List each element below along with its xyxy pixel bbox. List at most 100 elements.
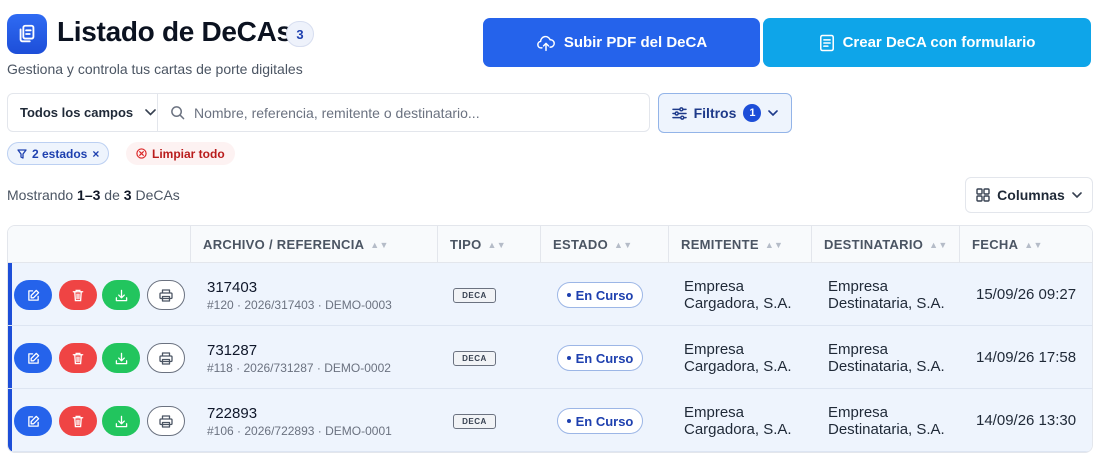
- download-icon: [115, 415, 127, 427]
- summary-range: 1–3: [77, 187, 101, 203]
- print-button[interactable]: [147, 343, 185, 373]
- edit-button[interactable]: [14, 406, 52, 436]
- sender-line1: Empresa: [684, 404, 745, 421]
- row-code: 2026/722893: [244, 424, 315, 438]
- create-form-button[interactable]: Crear DeCA con formulario: [763, 18, 1091, 67]
- delete-button[interactable]: [59, 280, 97, 310]
- status-dot: [566, 356, 571, 360]
- print-button[interactable]: [147, 280, 185, 310]
- summary-total: 3: [123, 187, 132, 203]
- column-header-destinatario[interactable]: DESTINATARIO ▲▼: [811, 226, 959, 263]
- search-icon: [171, 106, 185, 120]
- type-badge: DECA: [453, 288, 496, 303]
- edit-button[interactable]: [14, 280, 52, 310]
- table-header: ARCHIVO / REFERENCIA ▲▼ TIPO ▲▼ ESTADO ▲▼ R…: [8, 226, 1092, 263]
- close-icon[interactable]: ×: [92, 147, 99, 161]
- column-header-remitente-label: REMITENTE: [681, 237, 759, 252]
- date-cell: 14/09/26 13:30: [976, 412, 1077, 429]
- trash-icon: [72, 352, 84, 364]
- column-header-fecha[interactable]: FECHA ▲▼: [959, 226, 1092, 263]
- chevron-down-icon: [768, 110, 779, 116]
- summary-prefix: Mostrando: [7, 187, 74, 203]
- column-header-tipo-label: TIPO: [450, 237, 482, 252]
- filters-label: Filtros: [693, 105, 737, 121]
- delete-button[interactable]: [59, 343, 97, 373]
- status-label: En Curso: [575, 287, 634, 303]
- column-header-archivo[interactable]: ARCHIVO / REFERENCIA ▲▼: [190, 226, 438, 263]
- chevron-down-icon: [145, 109, 156, 116]
- summary-suffix: DeCAs: [135, 187, 180, 203]
- search-bar: Todos los campos: [7, 93, 650, 132]
- download-icon: [115, 289, 127, 301]
- row-meta: #120 · 2026/317403 · DEMO-0003: [207, 298, 392, 312]
- sort-icon: ▲▼: [487, 239, 506, 250]
- download-button[interactable]: [102, 406, 140, 436]
- clear-all-button[interactable]: Limpiar todo: [126, 142, 235, 165]
- sender-line2: Cargadora, S.A.: [684, 358, 792, 375]
- decas-table: ARCHIVO / REFERENCIA ▲▼ TIPO ▲▼ ESTADO ▲▼ R…: [7, 225, 1093, 453]
- sort-icon: ▲▼: [614, 239, 633, 250]
- date-cell: 15/09/26 09:27: [976, 286, 1077, 303]
- date-cell: 14/09/26 17:58: [976, 349, 1077, 366]
- sort-icon: ▲▼: [929, 239, 948, 250]
- funnel-icon: [17, 148, 27, 159]
- search-box: [158, 94, 649, 131]
- grid-icon: [976, 188, 990, 202]
- upload-pdf-button[interactable]: Subir PDF del DeCA: [483, 18, 760, 67]
- sort-icon: ▲▼: [370, 239, 389, 250]
- row-id: #120: [207, 298, 234, 312]
- table-row[interactable]: 317403 #120 · 2026/317403 · DEMO-0003 DE…: [8, 263, 1092, 326]
- sender-cell: Empresa Cargadora, S.A.: [684, 278, 814, 312]
- recipient-line2: Destinataria, S.A.: [828, 421, 945, 438]
- search-input[interactable]: [194, 104, 634, 121]
- states-filter-chip[interactable]: 2 estados ×: [7, 142, 110, 165]
- printer-icon: [159, 288, 173, 302]
- row-reference[interactable]: 317403: [207, 279, 257, 296]
- filters-button[interactable]: Filtros 1: [658, 93, 792, 133]
- column-header-tipo[interactable]: TIPO ▲▼: [437, 226, 541, 263]
- row-reference[interactable]: 722893: [207, 405, 257, 422]
- status-badge: En Curso: [557, 345, 643, 371]
- download-button[interactable]: [102, 343, 140, 373]
- row-demo: DEMO-0003: [325, 298, 392, 312]
- status-dot: [566, 293, 571, 297]
- row-reference[interactable]: 731287: [207, 342, 257, 359]
- table-row[interactable]: 731287 #118 · 2026/731287 · DEMO-0002 DE…: [8, 326, 1092, 389]
- printer-icon: [159, 351, 173, 365]
- states-chip-label: 2 estados: [32, 146, 88, 161]
- type-badge: DECA: [453, 414, 496, 429]
- column-header-estado[interactable]: ESTADO ▲▼: [540, 226, 668, 263]
- sort-icon: ▲▼: [1024, 239, 1043, 250]
- search-field-select-value: Todos los campos: [20, 105, 134, 120]
- sliders-icon: [671, 106, 687, 120]
- row-demo: DEMO-0002: [324, 361, 391, 375]
- row-code: 2026/317403: [244, 298, 315, 312]
- edit-icon: [27, 289, 39, 301]
- table-row[interactable]: 722893 #106 · 2026/722893 · DEMO-0001 DE…: [8, 389, 1092, 452]
- page-subtitle: Gestiona y controla tus cartas de porte …: [7, 61, 303, 77]
- trash-icon: [72, 415, 84, 427]
- edit-button[interactable]: [14, 343, 52, 373]
- columns-button[interactable]: Columnas: [965, 177, 1093, 213]
- row-meta: #106 · 2026/722893 · DEMO-0001: [207, 424, 392, 438]
- delete-button[interactable]: [59, 406, 97, 436]
- clear-all-label: Limpiar todo: [152, 146, 225, 161]
- row-meta: #118 · 2026/731287 · DEMO-0002: [207, 361, 391, 375]
- sender-cell: Empresa Cargadora, S.A.: [684, 404, 814, 438]
- recipient-cell: Empresa Destinataria, S.A.: [828, 278, 958, 312]
- sender-line1: Empresa: [684, 278, 745, 295]
- print-button[interactable]: [147, 406, 185, 436]
- column-header-remitente[interactable]: REMITENTE ▲▼: [668, 226, 812, 263]
- trash-icon: [72, 289, 84, 301]
- search-field-select[interactable]: Todos los campos: [8, 94, 158, 131]
- chevron-down-icon: [1072, 192, 1082, 198]
- results-summary: Mostrando 1–3 de 3 DeCAs: [7, 187, 180, 203]
- row-id: #106: [207, 424, 234, 438]
- cloud-upload-icon: [536, 35, 555, 51]
- app-logo: [7, 14, 47, 54]
- download-button[interactable]: [102, 280, 140, 310]
- recipient-cell: Empresa Destinataria, S.A.: [828, 341, 958, 375]
- column-header-destinatario-label: DESTINATARIO: [824, 237, 924, 252]
- printer-icon: [159, 414, 173, 428]
- row-accent-bar: [8, 326, 12, 388]
